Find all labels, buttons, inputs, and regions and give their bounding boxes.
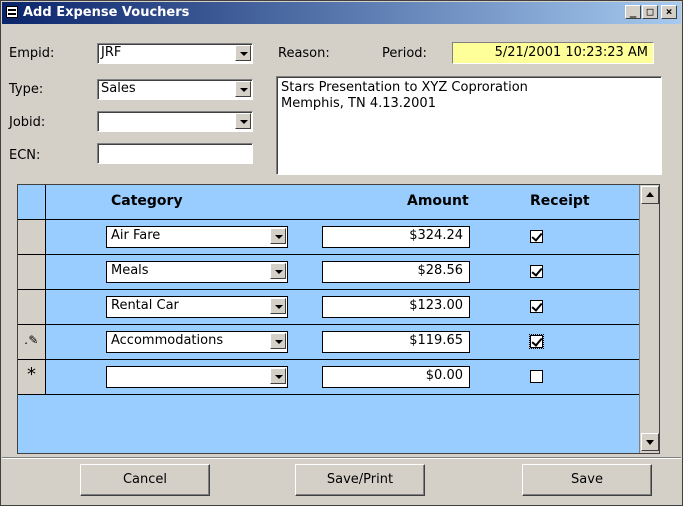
- category-header: Category: [111, 193, 183, 209]
- receipt-checkbox[interactable]: [530, 230, 543, 243]
- reason-line: Stars Presentation to XYZ Coproration: [281, 80, 528, 95]
- chevron-down-icon[interactable]: [270, 368, 286, 384]
- amount-field[interactable]: $123.00: [322, 296, 470, 318]
- amount-header: Amount: [407, 193, 469, 209]
- close-button[interactable]: ×: [661, 5, 677, 19]
- reason-label: Reason:: [278, 46, 330, 61]
- minimize-button[interactable]: _: [625, 5, 641, 19]
- scroll-up-icon[interactable]: [641, 186, 659, 204]
- new-record-icon[interactable]: *: [18, 360, 46, 394]
- chevron-down-icon[interactable]: [270, 263, 286, 279]
- category-combo[interactable]: Air Fare: [106, 226, 288, 248]
- category-combo[interactable]: Rental Car: [106, 296, 288, 318]
- jobid-label: Jobid:: [9, 115, 46, 130]
- receipt-header: Receipt: [530, 193, 590, 209]
- expense-grid: Category Amount Receipt Air Fare $324.24 M…: [17, 184, 660, 454]
- window-title: Add Expense Vouchers: [23, 5, 190, 20]
- receipt-checkbox[interactable]: [530, 370, 543, 383]
- table-row: Rental Car $123.00: [18, 290, 639, 325]
- period-field[interactable]: 5/21/2001 10:23:23 AM: [452, 42, 654, 64]
- maximize-button[interactable]: □: [642, 5, 658, 19]
- type-combo[interactable]: Sales: [97, 79, 253, 100]
- category-combo[interactable]: Accommodations: [106, 331, 288, 353]
- row-selector[interactable]: [18, 290, 46, 324]
- receipt-checkbox[interactable]: [530, 265, 543, 278]
- amount-field[interactable]: $119.65: [322, 331, 470, 353]
- category-combo[interactable]: Meals: [106, 261, 288, 283]
- expense-voucher-window: Add Expense Vouchers _ □ × Empid: JRF Ty…: [0, 0, 683, 506]
- chevron-down-icon[interactable]: [235, 113, 251, 129]
- period-label: Period:: [382, 46, 427, 61]
- type-value: Sales: [101, 81, 136, 96]
- table-row: Air Fare $324.24: [18, 220, 639, 255]
- vertical-scrollbar[interactable]: [639, 185, 659, 453]
- reason-line: Memphis, TN 4.13.2001: [281, 96, 436, 111]
- empid-value: JRF: [101, 45, 122, 60]
- grid-header: Category Amount Receipt: [18, 185, 639, 220]
- empid-combo[interactable]: JRF: [97, 43, 253, 64]
- table-row: * $0.00: [18, 360, 639, 395]
- save-print-button[interactable]: Save/Print: [295, 464, 425, 496]
- chevron-down-icon[interactable]: [270, 333, 286, 349]
- ecn-input[interactable]: [97, 143, 253, 164]
- row-selector[interactable]: [18, 255, 46, 289]
- amount-field[interactable]: $324.24: [322, 226, 470, 248]
- pencil-icon[interactable]: .✎: [18, 325, 46, 359]
- amount-field[interactable]: $0.00: [322, 366, 470, 388]
- header-selector: [18, 185, 46, 219]
- table-row: .✎ Accommodations $119.65: [18, 325, 639, 360]
- category-value: Air Fare: [111, 228, 161, 243]
- scroll-down-icon[interactable]: [641, 433, 659, 451]
- category-value: Meals: [111, 263, 149, 278]
- title-bar[interactable]: Add Expense Vouchers _ □ ×: [2, 2, 681, 24]
- footer-divider: [2, 457, 681, 459]
- receipt-checkbox[interactable]: [529, 334, 544, 349]
- cancel-button[interactable]: Cancel: [80, 464, 210, 496]
- row-selector[interactable]: [18, 220, 46, 254]
- chevron-down-icon[interactable]: [235, 45, 251, 61]
- type-label: Type:: [9, 82, 44, 97]
- chevron-down-icon[interactable]: [270, 228, 286, 244]
- form-icon: [6, 6, 18, 18]
- category-value: Accommodations: [111, 333, 224, 348]
- receipt-checkbox[interactable]: [530, 300, 543, 313]
- table-row: Meals $28.56: [18, 255, 639, 290]
- ecn-label: ECN:: [9, 148, 41, 163]
- jobid-combo[interactable]: [97, 111, 253, 132]
- chevron-down-icon[interactable]: [235, 81, 251, 97]
- category-combo[interactable]: [106, 366, 288, 388]
- save-button[interactable]: Save: [522, 464, 652, 496]
- chevron-down-icon[interactable]: [270, 298, 286, 314]
- category-value: Rental Car: [111, 298, 179, 313]
- empid-label: Empid:: [9, 46, 55, 61]
- amount-field[interactable]: $28.56: [322, 261, 470, 283]
- reason-textarea[interactable]: Stars Presentation to XYZ Coproration Me…: [276, 76, 662, 175]
